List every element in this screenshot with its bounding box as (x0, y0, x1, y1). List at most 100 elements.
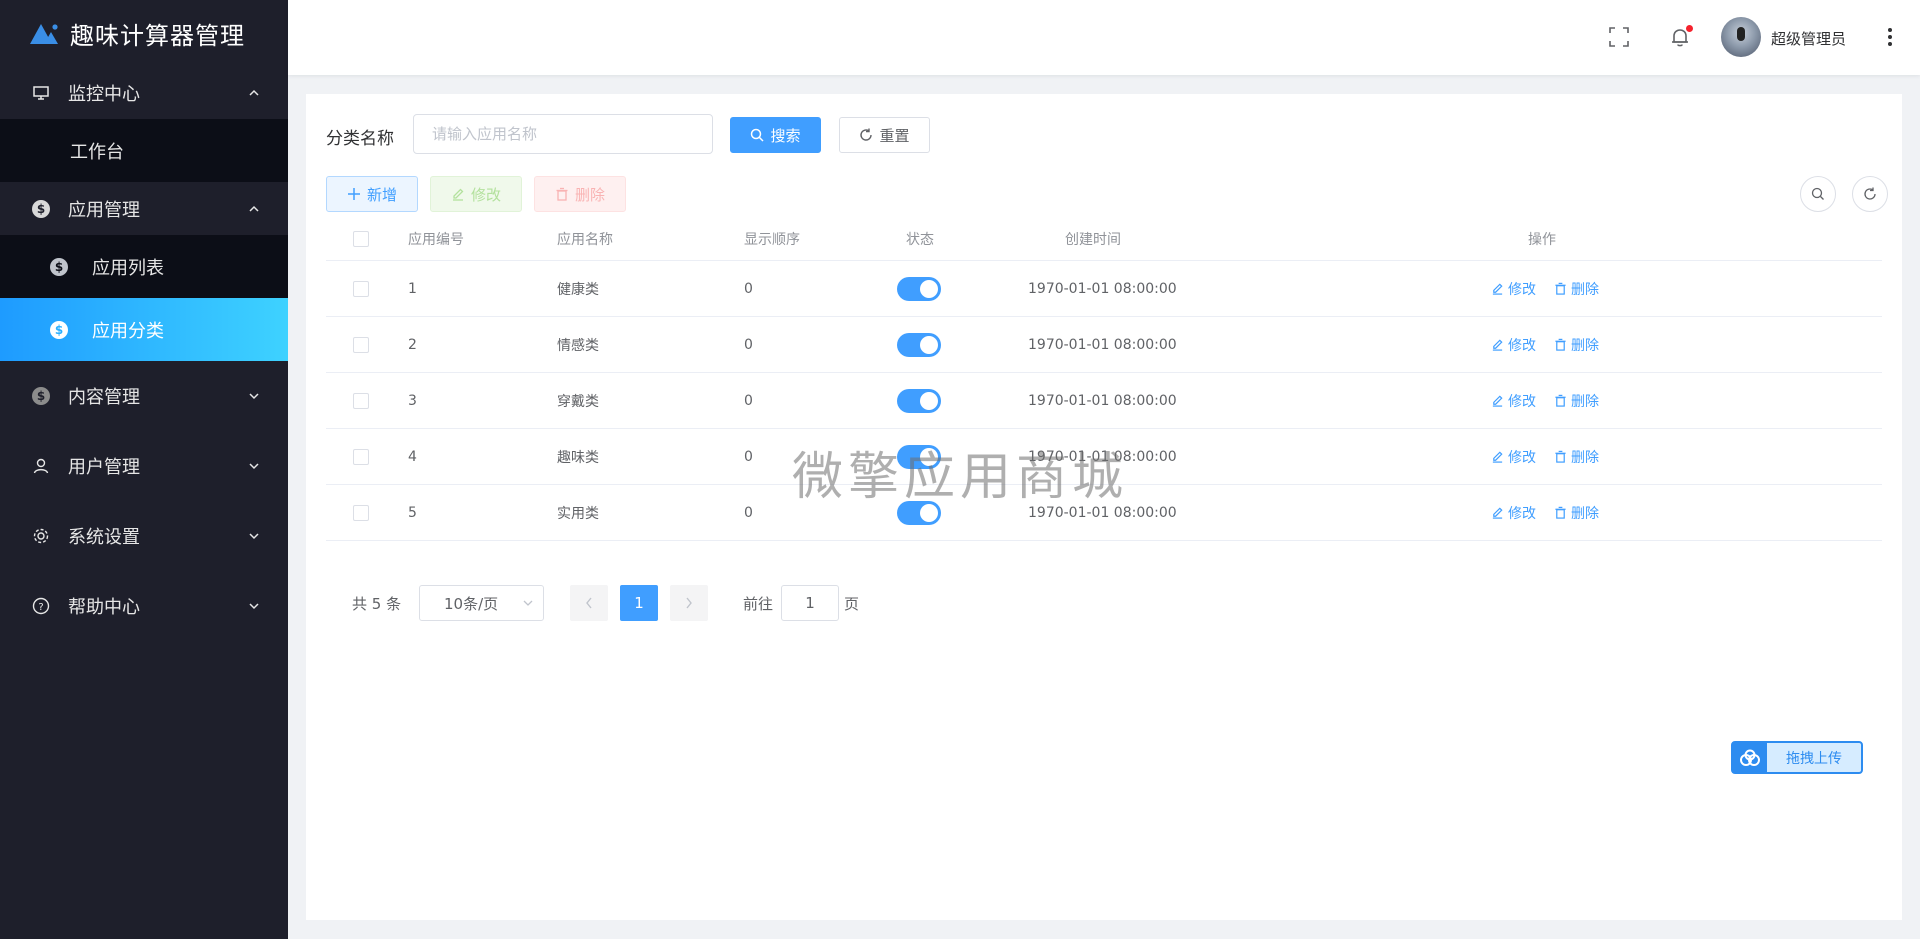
user-name[interactable]: 超级管理员 (1771, 28, 1846, 49)
mountain-logo-icon (30, 24, 58, 44)
row-actions: 修改 删除 (1491, 317, 1617, 372)
column-header: 操作 (1528, 231, 1556, 248)
cell-id: 5 (408, 504, 417, 521)
more-vertical-icon[interactable] (1888, 28, 1892, 46)
cell-created: 1970-01-01 08:00:00 (1028, 280, 1177, 297)
row-actions: 修改 删除 (1491, 261, 1617, 316)
table-header: 应用编号 应用名称 显示顺序 状态 创建时间 操作 (326, 217, 1882, 261)
app-logo[interactable]: 趣味计算器管理 (0, 0, 288, 66)
edit-icon (1492, 395, 1503, 407)
cell-created: 1970-01-01 08:00:00 (1028, 336, 1177, 353)
row-actions: 修改 删除 (1491, 429, 1617, 484)
fullscreen-icon[interactable] (1608, 26, 1630, 48)
table-row: 3 穿戴类 0 1970-01-01 08:00:00 修改 删除 (326, 373, 1882, 429)
row-edit-label: 修改 (1508, 449, 1536, 466)
column-header: 应用编号 (408, 231, 464, 248)
row-checkbox[interactable] (353, 429, 369, 484)
chevron-up-icon (249, 89, 259, 96)
trash-icon (1555, 394, 1566, 407)
sidebar-item-label: 应用分类 (92, 320, 164, 342)
row-delete-label: 删除 (1571, 337, 1599, 354)
row-edit-link[interactable]: 修改 (1491, 503, 1536, 523)
row-delete-label: 删除 (1571, 281, 1599, 298)
refresh-icon (1864, 187, 1876, 200)
top-header: 超级管理员 (288, 0, 1920, 75)
cell-order: 0 (744, 336, 753, 353)
row-actions: 修改 删除 (1491, 485, 1617, 540)
chevron-down-icon (249, 393, 259, 400)
row-checkbox[interactable] (353, 261, 369, 316)
sidebar-item-workbench[interactable]: 工作台 (0, 119, 288, 182)
edit-icon (1492, 451, 1503, 463)
row-edit-label: 修改 (1508, 393, 1536, 410)
row-edit-link[interactable]: 修改 (1491, 391, 1536, 411)
dollar-icon: $ (50, 257, 68, 276)
status-switch[interactable] (897, 373, 941, 428)
reset-button[interactable]: 重置 (839, 117, 930, 153)
cell-order: 0 (744, 504, 753, 521)
goto-prefix: 前往 (743, 594, 774, 613)
select-all-checkbox[interactable] (353, 217, 369, 260)
row-delete-link[interactable]: 删除 (1554, 503, 1599, 523)
row-checkbox[interactable] (353, 485, 369, 540)
row-delete-link[interactable]: 删除 (1554, 447, 1599, 467)
goto-page-input[interactable] (781, 585, 839, 621)
page-size-select[interactable]: 10条/页 (419, 585, 544, 621)
sidebar: 趣味计算器管理 监控中心 工作台 $ 应用管理 $ 应用列表 $ 应用分类 $ … (0, 0, 288, 939)
row-actions: 修改 删除 (1491, 373, 1617, 428)
row-delete-link[interactable]: 删除 (1554, 335, 1599, 355)
menu-group-label: 用户管理 (68, 457, 140, 478)
cell-id: 2 (408, 336, 417, 353)
prev-page-button[interactable] (570, 585, 608, 621)
menu-group-user-management[interactable]: 用户管理 (0, 431, 288, 501)
chevron-down-icon (249, 533, 259, 540)
next-page-button[interactable] (670, 585, 708, 621)
status-switch[interactable] (897, 261, 941, 316)
trash-icon (556, 187, 568, 201)
row-delete-link[interactable]: 删除 (1554, 279, 1599, 299)
sidebar-item-app-list[interactable]: $ 应用列表 (0, 235, 288, 298)
edit-button[interactable]: 修改 (430, 176, 522, 212)
row-edit-link[interactable]: 修改 (1491, 279, 1536, 299)
row-checkbox[interactable] (353, 373, 369, 428)
sidebar-item-app-category[interactable]: $ 应用分类 (0, 298, 288, 361)
refresh-table-button[interactable] (1852, 176, 1888, 212)
menu-group-content-management[interactable]: $ 内容管理 (0, 361, 288, 431)
monitor-icon (32, 84, 50, 102)
avatar[interactable] (1721, 17, 1761, 57)
menu-group-monitor[interactable]: 监控中心 (0, 66, 288, 119)
cell-created: 1970-01-01 08:00:00 (1028, 392, 1177, 409)
page-number-current[interactable]: 1 (620, 585, 658, 621)
toggle-search-button[interactable] (1800, 176, 1836, 212)
column-header: 创建时间 (1065, 231, 1121, 248)
cell-name: 实用类 (557, 505, 599, 522)
row-delete-link[interactable]: 删除 (1554, 391, 1599, 411)
status-switch[interactable] (897, 317, 941, 372)
drag-upload-button[interactable]: 拖拽上传 (1731, 741, 1863, 774)
delete-button[interactable]: 删除 (534, 176, 626, 212)
row-edit-label: 修改 (1508, 281, 1536, 298)
menu-group-help-center[interactable]: ? 帮助中心 (0, 571, 288, 641)
chevron-right-icon (686, 597, 692, 609)
row-checkbox[interactable] (353, 317, 369, 372)
row-edit-link[interactable]: 修改 (1491, 447, 1536, 467)
menu-group-label: 系统设置 (68, 527, 140, 548)
filter-label: 分类名称 (326, 129, 394, 149)
edit-icon (1492, 283, 1503, 295)
add-button[interactable]: 新增 (326, 176, 418, 212)
column-header: 状态 (906, 231, 934, 248)
cell-name: 趣味类 (557, 449, 599, 466)
menu-group-app-management[interactable]: $ 应用管理 (0, 182, 288, 235)
search-button-label: 搜索 (770, 126, 801, 145)
category-name-input[interactable] (413, 114, 713, 154)
search-icon (1811, 187, 1824, 200)
menu-group-system-settings[interactable]: 系统设置 (0, 501, 288, 571)
column-header: 应用名称 (557, 231, 613, 248)
search-button[interactable]: 搜索 (730, 117, 821, 153)
dollar-icon: $ (32, 199, 50, 218)
menu-group-label: 帮助中心 (68, 597, 140, 618)
reset-button-label: 重置 (879, 126, 910, 145)
cell-order: 0 (744, 392, 753, 409)
page-size-value: 10条/页 (444, 594, 499, 613)
row-edit-link[interactable]: 修改 (1491, 335, 1536, 355)
